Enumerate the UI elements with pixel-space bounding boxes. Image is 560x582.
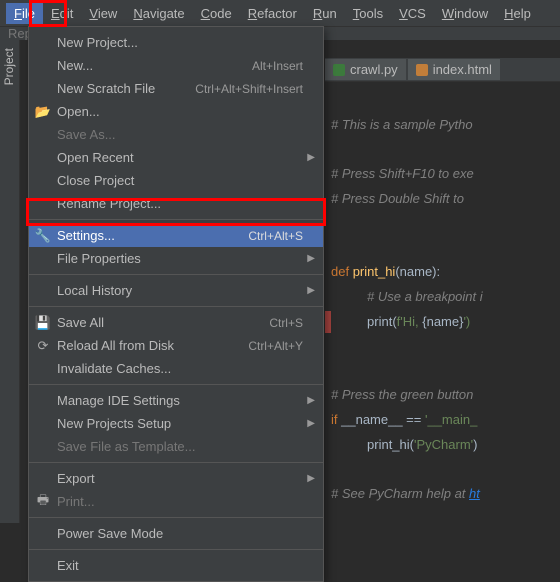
menu-item-new[interactable]: New...Alt+Insert <box>29 54 323 77</box>
menu-item-label: Power Save Mode <box>57 526 303 541</box>
file-menu-dropdown: New Project...New...Alt+InsertNew Scratc… <box>28 26 324 582</box>
menu-navigate[interactable]: Navigate <box>125 3 192 24</box>
menu-vcs[interactable]: VCS <box>391 3 434 24</box>
submenu-arrow-icon: ▶ <box>307 152 315 163</box>
reload-icon: ⟳ <box>35 338 51 354</box>
menu-item-save-as: Save As... <box>29 123 323 146</box>
menu-item-label: New Scratch File <box>57 81 195 96</box>
menu-item-new-project[interactable]: New Project... <box>29 31 323 54</box>
menu-item-file-properties[interactable]: File Properties ▶ <box>29 247 323 270</box>
menu-item-settings[interactable]: 🔧 Settings...Ctrl+Alt+S <box>29 224 323 247</box>
menu-item-label: Print... <box>57 494 303 509</box>
menu-item-new-projects-setup[interactable]: New Projects Setup ▶ <box>29 412 323 435</box>
shortcut-label: Alt+Insert <box>252 59 303 73</box>
menu-separator <box>29 517 323 518</box>
menu-item-export[interactable]: Export ▶ <box>29 467 323 490</box>
project-tool-tab[interactable]: Project <box>0 40 18 93</box>
menu-tools[interactable]: Tools <box>345 3 391 24</box>
menu-item-exit[interactable]: Exit <box>29 554 323 577</box>
menu-item-label: Exit <box>57 558 303 573</box>
menu-separator <box>29 306 323 307</box>
shortcut-label: Ctrl+Alt+Y <box>248 339 303 353</box>
menu-item-label: Settings... <box>57 228 248 243</box>
menu-item-reload-all-from-disk[interactable]: ⟳ Reload All from DiskCtrl+Alt+Y <box>29 334 323 357</box>
menu-item-open[interactable]: 📂 Open... <box>29 100 323 123</box>
menu-code[interactable]: Code <box>193 3 240 24</box>
submenu-arrow-icon: ▶ <box>307 418 315 429</box>
editor-tab[interactable]: crawl.py <box>325 59 406 80</box>
editor-tab[interactable]: index.html <box>408 59 500 80</box>
menu-item-label: Export <box>57 471 303 486</box>
menu-item-open-recent[interactable]: Open Recent ▶ <box>29 146 323 169</box>
code-editor[interactable]: # This is a sample Pytho # Press Shift+F… <box>325 82 560 523</box>
menu-item-save-file-as-template: Save File as Template... <box>29 435 323 458</box>
menu-item-label: Open Recent <box>57 150 303 165</box>
menu-item-close-project[interactable]: Close Project <box>29 169 323 192</box>
menu-item-manage-ide-settings[interactable]: Manage IDE Settings ▶ <box>29 389 323 412</box>
shortcut-label: Ctrl+Alt+S <box>248 229 303 243</box>
submenu-arrow-icon: ▶ <box>307 285 315 296</box>
menu-item-label: File Properties <box>57 251 303 266</box>
menu-item-invalidate-caches[interactable]: Invalidate Caches... <box>29 357 323 380</box>
tab-label: index.html <box>433 62 492 77</box>
menu-separator <box>29 274 323 275</box>
menu-item-power-save-mode[interactable]: Power Save Mode <box>29 522 323 545</box>
menu-item-new-scratch-file[interactable]: New Scratch FileCtrl+Alt+Shift+Insert <box>29 77 323 100</box>
menu-item-label: Close Project <box>57 173 303 188</box>
save-icon: 💾 <box>35 315 51 331</box>
menu-file[interactable]: File <box>6 3 43 24</box>
menu-item-label: Invalidate Caches... <box>57 361 303 376</box>
open-icon: 📂 <box>35 104 51 120</box>
menu-item-label: Local History <box>57 283 303 298</box>
menu-item-label: Rename Project... <box>57 196 303 211</box>
submenu-arrow-icon: ▶ <box>307 253 315 264</box>
tab-label: crawl.py <box>350 62 398 77</box>
submenu-arrow-icon: ▶ <box>307 473 315 484</box>
menu-bar: FileEditViewNavigateCodeRefactorRunTools… <box>0 0 560 26</box>
menu-item-label: Manage IDE Settings <box>57 393 303 408</box>
submenu-arrow-icon: ▶ <box>307 395 315 406</box>
menu-item-label: Save All <box>57 315 269 330</box>
menu-help[interactable]: Help <box>496 3 539 24</box>
settings-icon: 🔧 <box>35 228 51 244</box>
tool-window-bar: Project <box>0 40 20 523</box>
menu-item-label: New Project... <box>57 35 303 50</box>
menu-separator <box>29 384 323 385</box>
editor-tabs: crawl.py index.html <box>325 58 560 82</box>
menu-window[interactable]: Window <box>434 3 496 24</box>
shortcut-label: Ctrl+S <box>269 316 303 330</box>
menu-item-label: Save File as Template... <box>57 439 303 454</box>
menu-view[interactable]: View <box>81 3 125 24</box>
menu-item-label: New Projects Setup <box>57 416 303 431</box>
menu-item-label: Open... <box>57 104 303 119</box>
menu-item-label: Save As... <box>57 127 303 142</box>
menu-item-label: Reload All from Disk <box>57 338 248 353</box>
menu-separator <box>29 462 323 463</box>
menu-item-local-history[interactable]: Local History ▶ <box>29 279 323 302</box>
html-file-icon <box>416 64 428 76</box>
py-file-icon <box>333 64 345 76</box>
menu-separator <box>29 549 323 550</box>
print-icon: 🖶 <box>35 494 51 510</box>
menu-item-print: 🖶 Print... <box>29 490 323 513</box>
menu-separator <box>29 219 323 220</box>
menu-item-rename-project[interactable]: Rename Project... <box>29 192 323 215</box>
shortcut-label: Ctrl+Alt+Shift+Insert <box>195 82 303 96</box>
menu-edit[interactable]: Edit <box>43 3 81 24</box>
menu-item-save-all[interactable]: 💾 Save AllCtrl+S <box>29 311 323 334</box>
menu-run[interactable]: Run <box>305 3 345 24</box>
menu-item-label: New... <box>57 58 252 73</box>
menu-refactor[interactable]: Refactor <box>240 3 305 24</box>
